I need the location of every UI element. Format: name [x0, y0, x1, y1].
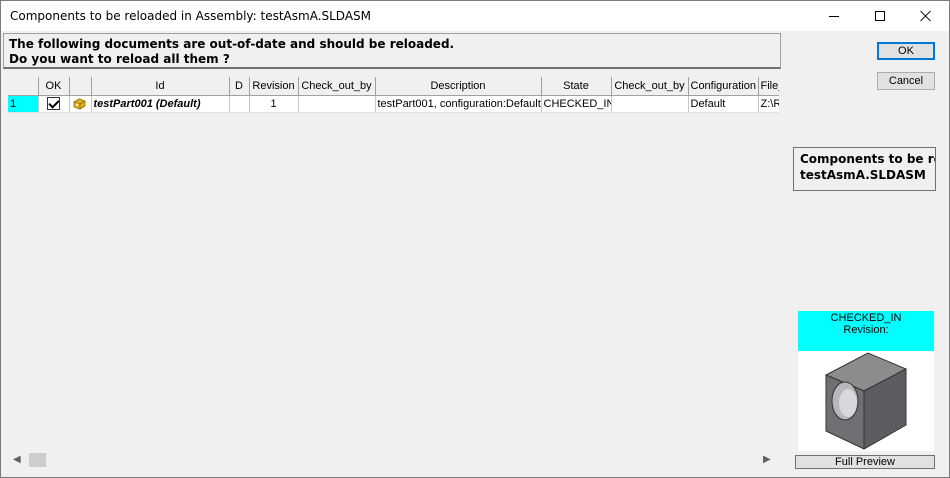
ok-cell[interactable]	[38, 95, 70, 113]
col-header-d[interactable]: D	[229, 77, 250, 96]
reload-dialog: Components to be reloaded in Assembly: t…	[0, 0, 950, 478]
col-header-id[interactable]: Id	[91, 77, 230, 96]
close-icon	[920, 10, 932, 22]
components-grid-panel: OK Id D Revision Check_out_by Descriptio…	[3, 75, 781, 471]
check-out-by-2-cell[interactable]	[611, 95, 689, 113]
part-preview-image	[798, 351, 934, 451]
state-cell[interactable]: CHECKED_IN	[541, 95, 612, 113]
col-header-configuration[interactable]: Configuration	[688, 77, 759, 96]
minimize-icon	[829, 15, 839, 17]
col-header-check-out-by-2[interactable]: Check_out_by	[611, 77, 689, 96]
preview-header: CHECKED_IN Revision:	[798, 311, 934, 351]
icon-cell	[69, 95, 92, 113]
scroll-thumb[interactable]	[29, 453, 46, 467]
check-out-by-cell[interactable]	[298, 95, 376, 113]
message-line-1: The following documents are out-of-date …	[9, 37, 455, 51]
row-number-cell[interactable]: 1	[8, 95, 39, 113]
cancel-button[interactable]: Cancel	[877, 72, 935, 90]
ok-checkbox[interactable]	[47, 97, 60, 110]
full-preview-button[interactable]: Full Preview	[795, 455, 935, 469]
maximize-button[interactable]	[857, 1, 903, 31]
table-row[interactable]: 1 testPart001 (Default) 1 testPart001, c…	[8, 95, 779, 113]
horizontal-scrollbar[interactable]: ◀ ▶	[8, 451, 779, 469]
preview-revision: Revision:	[843, 324, 889, 336]
cube-preview-icon	[824, 352, 908, 450]
col-header-ok[interactable]: OK	[38, 77, 70, 96]
col-header-revision[interactable]: Revision	[249, 77, 299, 96]
col-header-file-dir[interactable]: File_dir	[758, 77, 779, 96]
col-header-description[interactable]: Description	[375, 77, 542, 96]
close-button[interactable]	[903, 1, 949, 31]
id-cell[interactable]: testPart001 (Default)	[91, 95, 230, 113]
message-line-2: Do you want to reload all them ?	[9, 52, 230, 66]
info-line-2: testAsmA.SLDASM	[800, 168, 926, 182]
col-header-rownum[interactable]	[8, 77, 39, 96]
title-bar: Components to be reloaded in Assembly: t…	[1, 1, 949, 31]
message-panel: The following documents are out-of-date …	[3, 33, 781, 69]
components-grid[interactable]: OK Id D Revision Check_out_by Descriptio…	[8, 77, 779, 451]
description-cell[interactable]: testPart001, configuration:Default	[375, 95, 542, 113]
col-header-state[interactable]: State	[541, 77, 612, 96]
preview-state: CHECKED_IN	[830, 312, 902, 324]
scroll-right-icon[interactable]: ▶	[763, 454, 771, 465]
window-title: Components to be reloaded in Assembly: t…	[10, 9, 372, 23]
ok-button[interactable]: OK	[877, 42, 935, 60]
info-line-1: Components to be re	[800, 152, 936, 166]
part-icon	[73, 98, 86, 109]
d-cell[interactable]	[229, 95, 250, 113]
info-box: Components to be re testAsmA.SLDASM	[793, 147, 936, 191]
grid-header-row: OK Id D Revision Check_out_by Descriptio…	[8, 77, 779, 96]
configuration-cell[interactable]: Default	[688, 95, 759, 113]
col-header-icon[interactable]	[69, 77, 92, 96]
maximize-icon	[875, 11, 885, 21]
revision-cell[interactable]: 1	[249, 95, 299, 113]
scroll-left-icon[interactable]: ◀	[13, 454, 21, 465]
minimize-button[interactable]	[811, 1, 857, 31]
file-dir-cell[interactable]: Z:\R20	[758, 95, 779, 113]
col-header-check-out-by[interactable]: Check_out_by	[298, 77, 376, 96]
